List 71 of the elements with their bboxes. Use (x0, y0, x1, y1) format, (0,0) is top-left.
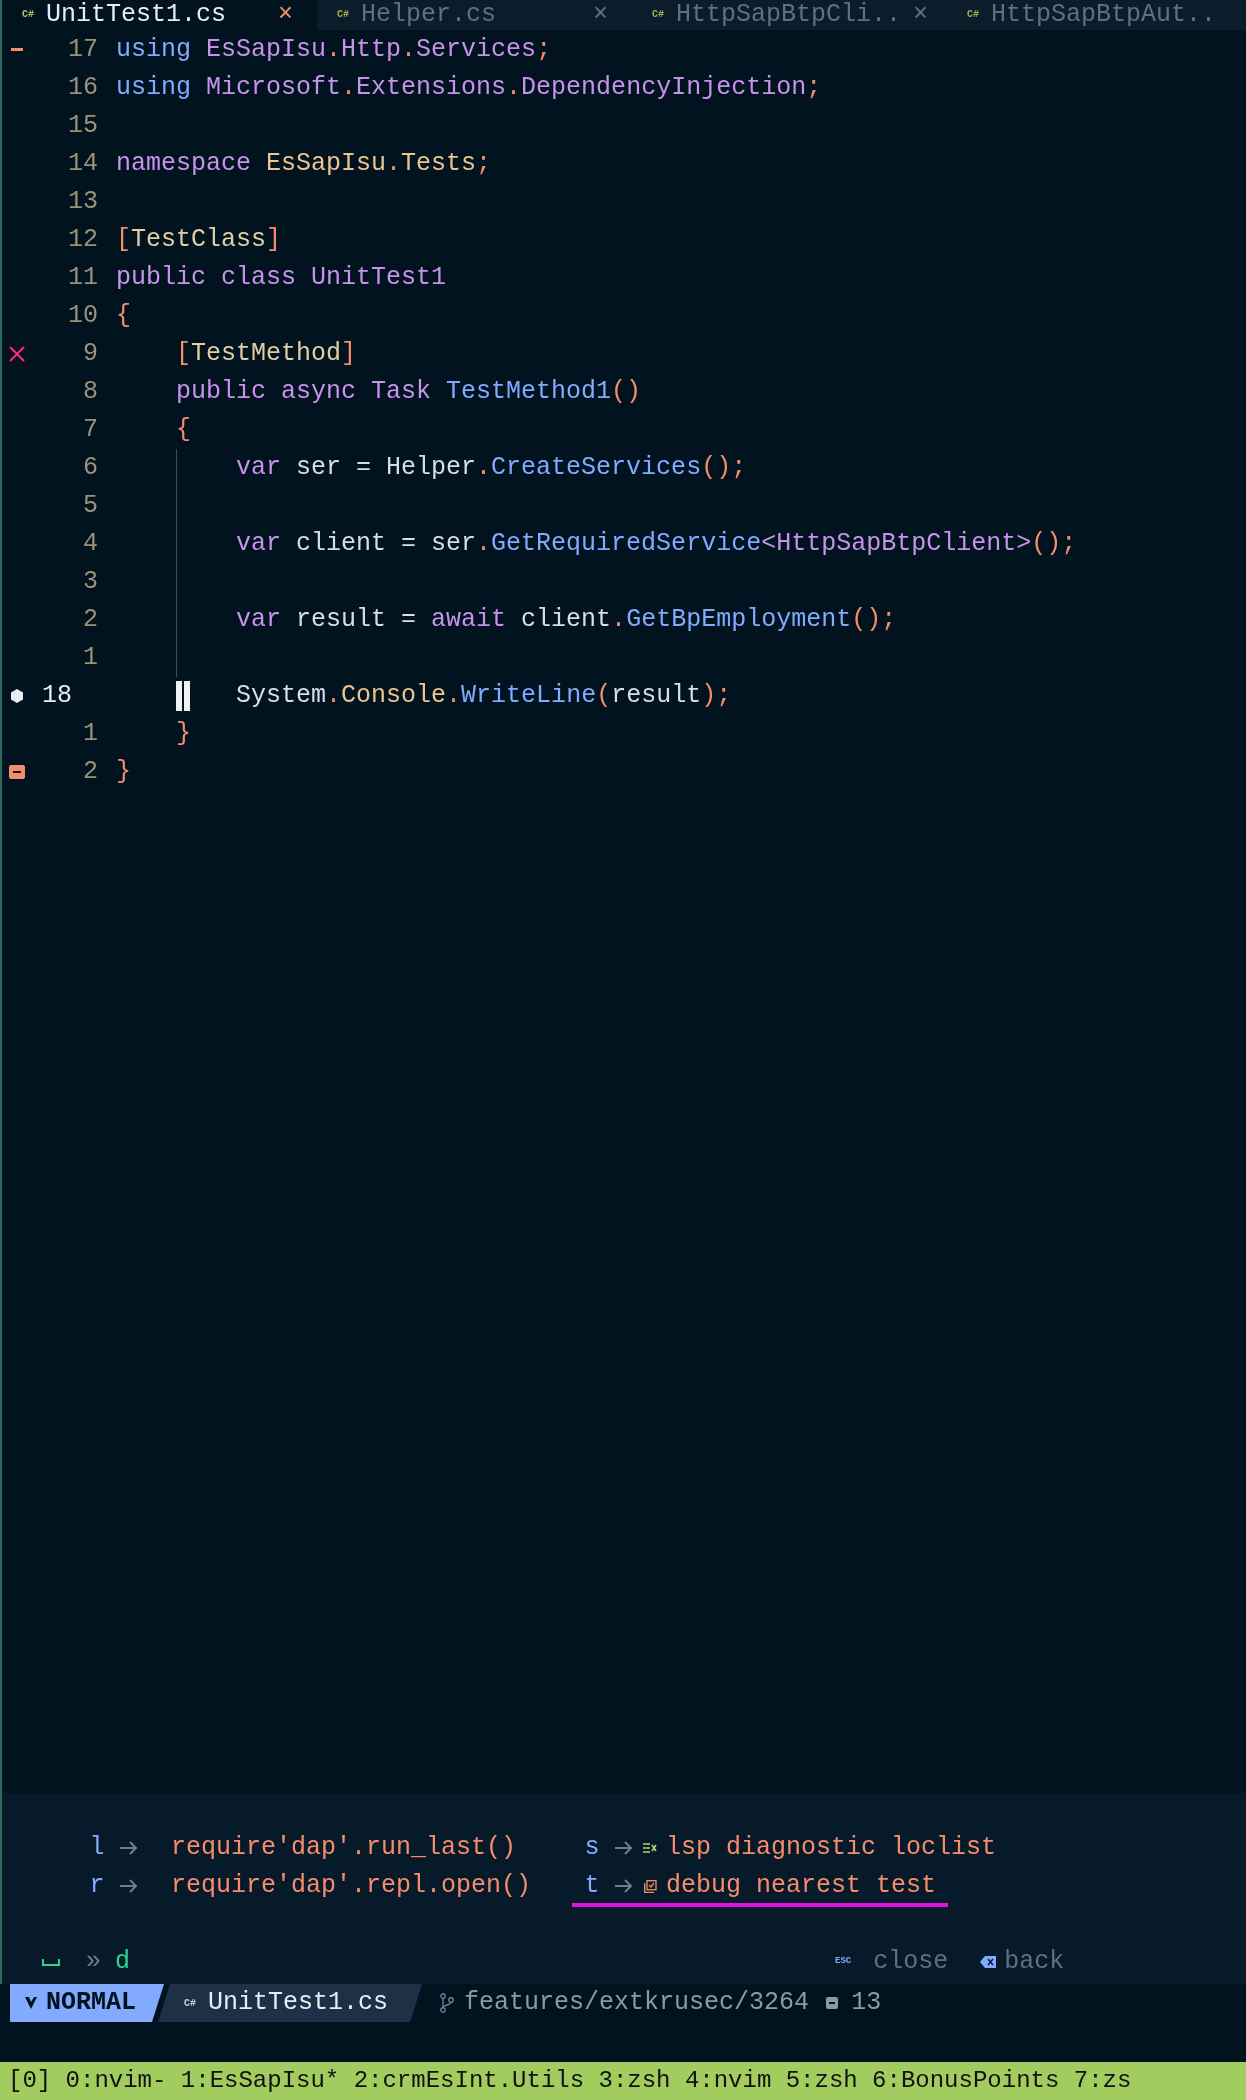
editor-tab[interactable]: C# Helper.cs × (317, 0, 632, 30)
line-number: 14 (67, 148, 98, 181)
line-number: 5 (82, 490, 98, 523)
code-line: var ser = Helper.CreateServices(); (235, 453, 747, 482)
list-icon (643, 1842, 657, 1854)
editor-tab[interactable]: C# UnitTest1.cs × (2, 0, 317, 30)
mode-indicator: NORMAL (10, 1984, 164, 2022)
line-number: 4 (82, 528, 98, 561)
code-line: System.Console.WriteLine(result); (235, 681, 732, 710)
line-number: 11 (67, 262, 98, 295)
file-type-label: C# (967, 8, 979, 22)
tab-label: HttpSapBtpCli.. (676, 0, 902, 30)
esc-key-label: ESC (835, 1955, 852, 1969)
tab-label: UnitTest1.cs (46, 0, 227, 30)
line-number: 15 (67, 110, 98, 143)
line-number: 3 (82, 566, 98, 599)
test-icon (643, 1879, 657, 1893)
line-number: 1 (82, 642, 98, 675)
code-line: var result = await client.GetBpEmployment(); (235, 605, 897, 634)
tmux-status-bar: [0] 0:nvim- 1:EsSapIsu* 2:crmEsInt.Utils 3:zsh 4:nvim 5:zsh 6:BonusPoints 7:zs (0, 2062, 1246, 2100)
line-number: 16 (67, 72, 98, 105)
code-line: public class UnitTest1 (116, 263, 447, 292)
code-line: [TestClass] (116, 225, 282, 254)
code-line: public async Task TestMethod1() (175, 377, 642, 406)
git-branch-icon (440, 1993, 455, 2013)
prefix-symbol: » (86, 1946, 101, 1979)
file-type-label: C# (22, 8, 34, 22)
tab-label: HttpSapBtpAut.. (991, 0, 1217, 30)
file-type-label: C# (337, 8, 349, 22)
code-line: var client = ser.GetRequiredService<HttpSapBtpClient>(); (235, 529, 1077, 558)
line-number: 10 (67, 300, 98, 333)
arrow-icon (119, 1841, 139, 1855)
line-number: 7 (82, 414, 98, 447)
line-number: 8 (82, 376, 98, 409)
line-number: 2 (82, 756, 98, 789)
line-number: 18 (41, 680, 73, 713)
code-line: using Microsoft.Extensions.DependencyInjection; (116, 73, 822, 102)
close-button[interactable]: × (278, 0, 293, 30)
file-section: C# UnitTest1.cs (158, 1984, 423, 2022)
arrow-icon (614, 1841, 634, 1855)
backspace-icon (980, 1956, 997, 1968)
line-number: 2 (82, 604, 98, 637)
code-line: } (175, 719, 191, 748)
editor-tab[interactable]: C# HttpSapBtpCli.. × (632, 0, 947, 30)
space-key-icon (42, 1957, 60, 1967)
line-number: 17 (67, 34, 98, 67)
menu-item[interactable]: s lsp diagnostic loclist (572, 1831, 1009, 1869)
menu-item[interactable]: r require'dap'.repl.open() (77, 1869, 544, 1907)
line-number: 1 (82, 718, 98, 751)
editor-tab[interactable]: C# HttpSapBtpAut.. (947, 0, 1246, 30)
code-line: using EsSapIsu.Http.Services; (116, 35, 552, 64)
code-line: [TestMethod] (175, 339, 357, 368)
line-number: 6 (82, 452, 98, 485)
change-count: 13 (851, 1987, 882, 2020)
code-line: namespace EsSapIsu.Tests; (116, 149, 492, 178)
code-line: { (116, 301, 131, 330)
code-line: { (175, 415, 191, 444)
line-number: 12 (67, 224, 98, 257)
file-type-label: C# (652, 8, 664, 22)
menu-item[interactable]: l require'dap'.run_last() (77, 1831, 529, 1869)
key-sequence: d (115, 1946, 131, 1979)
code-line: } (116, 757, 131, 786)
vim-icon (24, 1996, 38, 2010)
branch-name: features/extkrusec/3264 (464, 1987, 810, 2020)
line-number: 9 (82, 338, 98, 371)
line-number: 13 (67, 186, 98, 219)
tab-label: Helper.cs (361, 0, 497, 30)
square-icon (825, 1996, 840, 2010)
menu-item[interactable]: t debug nearest test (572, 1869, 949, 1907)
arrow-icon (119, 1879, 139, 1893)
arrow-icon (614, 1879, 634, 1893)
